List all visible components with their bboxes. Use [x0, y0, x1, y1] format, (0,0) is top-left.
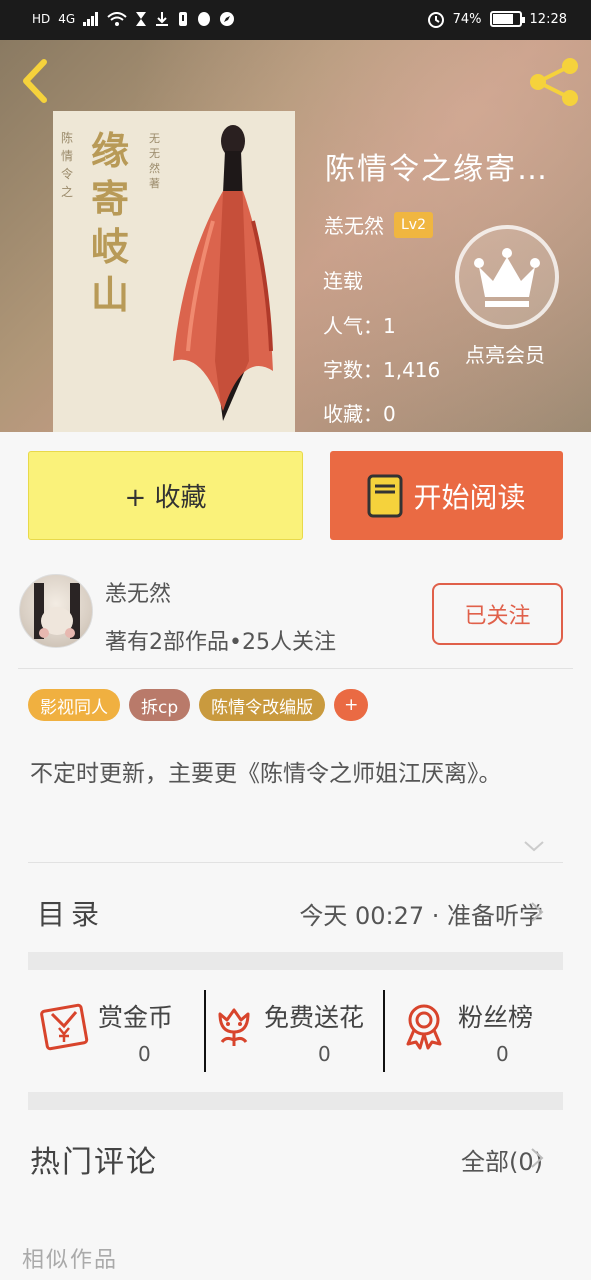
serial-status: 连载: [323, 269, 363, 293]
divider: [204, 990, 206, 1072]
reward-coins-button[interactable]: 赏金币 0: [38, 990, 198, 1072]
divider: [28, 862, 563, 863]
avatar-illustration: [34, 583, 80, 639]
red-envelope-icon: [40, 1003, 89, 1051]
fan-ranking-count: 0: [496, 1042, 509, 1066]
tag-item[interactable]: 陈情令改编版: [199, 689, 326, 721]
author-card-name[interactable]: 恙无然: [105, 576, 171, 608]
word-count: 字数：1,416: [323, 358, 441, 382]
latest-chapter[interactable]: 今天 00:27 · 准备听学: [299, 896, 543, 931]
reward-coins-count: 0: [138, 1042, 151, 1066]
signal-icon: [83, 12, 99, 26]
divider: [18, 668, 573, 669]
book-header: 陈情令之 缘寄岐山 无无然著 陈情令之缘寄… 恙无然 Lv2 连载 人气：1 字…: [0, 40, 591, 432]
reward-coins-label: 赏金币: [98, 1003, 174, 1032]
tag-item[interactable]: 影视同人: [28, 689, 120, 721]
section-separator: [28, 1092, 563, 1110]
chevron-down-icon[interactable]: [522, 838, 546, 854]
send-flower-label: 免费送花: [264, 1003, 365, 1032]
chevron-right-icon[interactable]: [528, 900, 546, 924]
alert-icon: [179, 12, 188, 26]
divider: [383, 990, 385, 1072]
clock: 12:28: [529, 11, 567, 27]
similar-works-label: 相似作品: [22, 1248, 119, 1273]
medal-icon: [406, 1004, 442, 1050]
author-name[interactable]: 恙无然: [324, 210, 384, 239]
send-flower-count: 0: [318, 1042, 331, 1066]
vip-button[interactable]: [455, 225, 559, 329]
status-bar: HD 4G 74% 12:28: [0, 0, 591, 40]
book-title: 陈情令之缘寄…: [325, 152, 549, 187]
author-card-stats: 著有2部作品•25人关注: [105, 630, 336, 655]
start-reading-label: 开始阅读: [413, 480, 526, 514]
toc-label[interactable]: 目录: [37, 893, 105, 933]
cover-subtitle: 陈情令之: [61, 131, 74, 199]
tag-item[interactable]: 拆cp: [129, 689, 191, 721]
alarm-icon: [427, 12, 444, 28]
collect-button[interactable]: + 收藏: [28, 451, 303, 540]
follow-button[interactable]: 已关注: [432, 583, 563, 645]
avatar[interactable]: [19, 574, 93, 648]
status-icons-left: HD 4G: [32, 11, 235, 27]
chevron-right-icon[interactable]: [528, 1146, 546, 1170]
network-type-icon: 4G: [58, 12, 76, 26]
book-icon: [367, 474, 403, 517]
status-icons-right: 74% 12:28: [427, 10, 567, 28]
cover-title: 缘寄岐山: [91, 128, 130, 317]
crown-icon: [474, 248, 540, 307]
author-row: 恙无然 Lv2: [324, 210, 433, 239]
cover-figure-illustration: [173, 125, 273, 421]
download-icon: [156, 12, 169, 26]
hd-icon: HD: [32, 12, 51, 26]
book-cover[interactable]: 陈情令之 缘寄岐山 无无然著: [53, 111, 295, 432]
book-description: 不定时更新，主要更《陈情令之师姐江厌离》。: [30, 761, 502, 787]
qq-icon: [198, 12, 211, 26]
hot-comments-label: 热门评论: [30, 1145, 158, 1180]
start-reading-button[interactable]: 开始阅读: [330, 451, 563, 540]
level-badge: Lv2: [394, 211, 433, 238]
flower-icon: [218, 1008, 250, 1046]
cover-author: 无无然著: [149, 132, 160, 190]
chevron-left-icon[interactable]: [16, 56, 56, 106]
tag-list: 影视同人 拆cp 陈情令改编版 +: [28, 689, 369, 721]
compass-icon: [220, 12, 235, 26]
share-icon[interactable]: [526, 54, 582, 110]
section-separator: [28, 952, 563, 970]
fan-ranking-button[interactable]: 粉丝榜 0: [400, 990, 560, 1072]
hourglass-icon: [136, 12, 147, 26]
collection-count: 收藏：0: [323, 402, 396, 426]
add-tag-button[interactable]: +: [334, 689, 369, 721]
send-flower-button[interactable]: 免费送花 0: [208, 990, 383, 1072]
popularity: 人气：1: [323, 314, 396, 338]
fan-ranking-label: 粉丝榜: [458, 1003, 534, 1032]
battery-percent: 74%: [452, 11, 482, 27]
vip-label[interactable]: 点亮会员: [465, 340, 555, 370]
battery-icon: [489, 11, 525, 27]
wifi-icon: [107, 12, 127, 26]
